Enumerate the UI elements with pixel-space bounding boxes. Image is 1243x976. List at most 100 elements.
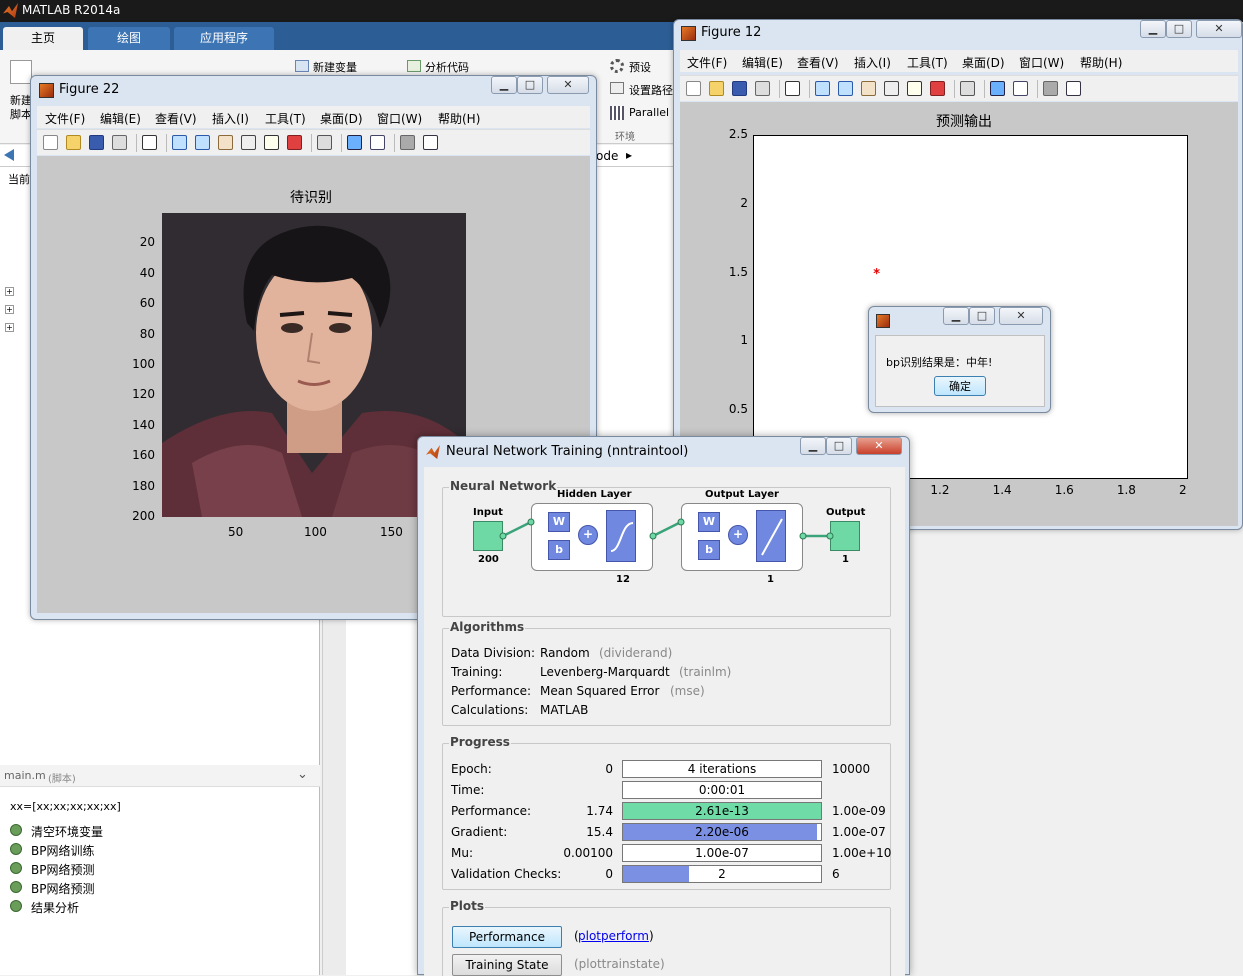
menu-item-6[interactable]: 窗口(W) bbox=[377, 110, 422, 127]
menu-item-0[interactable]: 文件(F) bbox=[45, 110, 85, 127]
legend-icon[interactable] bbox=[1013, 81, 1028, 96]
new-figure-icon[interactable] bbox=[686, 81, 701, 96]
analyze-code-label[interactable]: 分析代码 bbox=[425, 59, 469, 75]
new-variable-icon[interactable] bbox=[295, 60, 309, 72]
menu-item-7[interactable]: 帮助(H) bbox=[438, 110, 480, 127]
zoom-in-icon[interactable] bbox=[815, 81, 830, 96]
gear-icon[interactable] bbox=[610, 59, 624, 73]
menu-item-6[interactable]: 窗口(W) bbox=[1019, 54, 1064, 71]
menu-item-1[interactable]: 编辑(E) bbox=[742, 54, 783, 71]
menu-item-4[interactable]: 工具(T) bbox=[907, 54, 948, 71]
colorbar-icon[interactable] bbox=[990, 81, 1005, 96]
expand-icon-3[interactable]: + bbox=[5, 323, 14, 332]
training-state-plot-button[interactable]: Training State bbox=[452, 954, 562, 976]
pointer-icon[interactable] bbox=[142, 135, 157, 150]
legend-icon[interactable] bbox=[370, 135, 385, 150]
menu-item-3[interactable]: 插入(I) bbox=[854, 54, 891, 71]
parallel-label[interactable]: Parallel bbox=[629, 106, 669, 119]
tab-home[interactable]: 主页 bbox=[3, 27, 83, 50]
expand-icon[interactable]: + bbox=[5, 287, 14, 296]
menu-item-5[interactable]: 桌面(D) bbox=[962, 54, 1005, 71]
hide-tools-icon[interactable] bbox=[400, 135, 415, 150]
menu-item-0[interactable]: 文件(F) bbox=[687, 54, 727, 71]
close-button[interactable]: ✕ bbox=[999, 307, 1043, 325]
print-icon[interactable] bbox=[112, 135, 127, 150]
progress-bar: 2.20e-06 bbox=[622, 823, 822, 841]
axes-title: 待识别 bbox=[290, 187, 332, 207]
pan-icon[interactable] bbox=[218, 135, 233, 150]
zoom-out-icon[interactable] bbox=[195, 135, 210, 150]
menu-item-7[interactable]: 帮助(H) bbox=[1080, 54, 1122, 71]
y-tick-label: 40 bbox=[140, 266, 155, 280]
set-path-icon[interactable] bbox=[610, 82, 624, 94]
link-icon[interactable] bbox=[960, 81, 975, 96]
show-tools-icon[interactable] bbox=[1066, 81, 1081, 96]
tab-apps[interactable]: 应用程序 bbox=[174, 27, 274, 50]
minimize-button[interactable]: ▁ bbox=[943, 307, 969, 325]
brush-icon[interactable] bbox=[287, 135, 302, 150]
maximize-button[interactable]: □ bbox=[969, 307, 995, 325]
menu-item-2[interactable]: 查看(V) bbox=[797, 54, 839, 71]
progress-section-title: Progress bbox=[449, 735, 511, 749]
cell-item[interactable]: BP网络预测 bbox=[31, 880, 94, 897]
save-icon[interactable] bbox=[732, 81, 747, 96]
hide-tools-icon[interactable] bbox=[1043, 81, 1058, 96]
expand-icon-2[interactable]: + bbox=[5, 305, 14, 314]
cell-item[interactable]: BP网络训练 bbox=[31, 842, 94, 859]
data-cursor-icon[interactable] bbox=[264, 135, 279, 150]
minimize-button[interactable]: ▁ bbox=[491, 76, 517, 94]
performance-plot-button[interactable]: Performance bbox=[452, 926, 562, 948]
pointer-icon[interactable] bbox=[785, 81, 800, 96]
details-filename: main.m bbox=[4, 769, 46, 782]
new-figure-icon[interactable] bbox=[43, 135, 58, 150]
zoom-out-icon[interactable] bbox=[838, 81, 853, 96]
link-icon[interactable] bbox=[317, 135, 332, 150]
x-tick-label: 1.4 bbox=[993, 483, 1012, 497]
minimize-button[interactable]: ▁ bbox=[800, 437, 826, 455]
chevron-down-icon[interactable]: ⌄ bbox=[297, 767, 308, 782]
zoom-in-icon[interactable] bbox=[172, 135, 187, 150]
new-script-icon[interactable] bbox=[10, 60, 32, 84]
maximize-button[interactable]: □ bbox=[517, 76, 543, 94]
plotperform-link[interactable]: plotperform bbox=[578, 929, 649, 943]
close-button[interactable]: ✕ bbox=[547, 76, 589, 94]
progress-value: 4 iterations bbox=[623, 762, 821, 776]
cell-item[interactable]: BP网络预测 bbox=[31, 861, 94, 878]
cell-item[interactable]: 清空环境变量 bbox=[31, 823, 103, 840]
axes-title: 预测输出 bbox=[936, 111, 992, 131]
menu-item-5[interactable]: 桌面(D) bbox=[320, 110, 363, 127]
cell-item[interactable]: 结果分析 bbox=[31, 899, 79, 916]
plottrainstate-link[interactable]: (plottrainstate) bbox=[574, 957, 665, 971]
parallel-icon[interactable] bbox=[610, 106, 624, 120]
set-path-label[interactable]: 设置路径 bbox=[629, 82, 673, 98]
pan-icon[interactable] bbox=[861, 81, 876, 96]
ok-button[interactable]: 确定 bbox=[934, 376, 986, 396]
show-tools-icon[interactable] bbox=[423, 135, 438, 150]
menu-item-2[interactable]: 查看(V) bbox=[155, 110, 197, 127]
print-icon[interactable] bbox=[755, 81, 770, 96]
minimize-button[interactable]: ▁ bbox=[1140, 20, 1166, 38]
progress-start: 1.74 bbox=[553, 804, 613, 818]
data-cursor-icon[interactable] bbox=[907, 81, 922, 96]
open-file-icon[interactable] bbox=[709, 81, 724, 96]
new-variable-label[interactable]: 新建变量 bbox=[313, 59, 357, 75]
analyze-code-icon[interactable] bbox=[407, 60, 421, 72]
close-button[interactable]: ✕ bbox=[856, 437, 902, 455]
save-icon[interactable] bbox=[89, 135, 104, 150]
back-arrow-icon[interactable] bbox=[4, 149, 14, 161]
preferences-label[interactable]: 预设 bbox=[629, 59, 651, 75]
path-fragment[interactable]: ode bbox=[596, 149, 618, 163]
maximize-button[interactable]: □ bbox=[826, 437, 852, 455]
menu-item-1[interactable]: 编辑(E) bbox=[100, 110, 141, 127]
menu-item-4[interactable]: 工具(T) bbox=[265, 110, 306, 127]
close-button[interactable]: ✕ bbox=[1196, 20, 1242, 38]
command-window-scrollbar[interactable] bbox=[322, 620, 346, 975]
brush-icon[interactable] bbox=[930, 81, 945, 96]
rotate-icon[interactable] bbox=[884, 81, 899, 96]
maximize-button[interactable]: □ bbox=[1166, 20, 1192, 38]
colorbar-icon[interactable] bbox=[347, 135, 362, 150]
tab-plots[interactable]: 绘图 bbox=[88, 27, 170, 50]
menu-item-3[interactable]: 插入(I) bbox=[212, 110, 249, 127]
rotate-icon[interactable] bbox=[241, 135, 256, 150]
open-file-icon[interactable] bbox=[66, 135, 81, 150]
